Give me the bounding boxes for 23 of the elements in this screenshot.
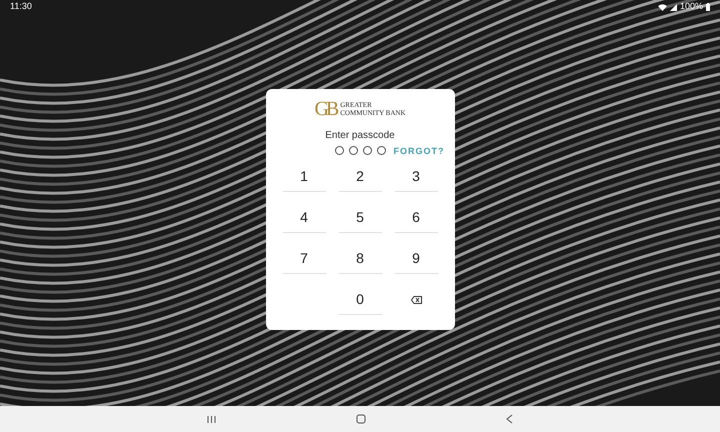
keypad-key[interactable]: 5 <box>338 202 382 233</box>
bank-logo-monogram: GB <box>314 99 336 119</box>
keypad-key[interactable]: 6 <box>394 202 438 233</box>
keypad-key[interactable]: 9 <box>394 243 438 274</box>
keypad-key[interactable]: 1 <box>282 161 326 192</box>
recent-apps-icon <box>207 414 216 424</box>
keypad-key[interactable]: 4 <box>282 202 326 233</box>
recent-apps-button[interactable] <box>207 414 216 424</box>
passcode-prompt: Enter passcode <box>325 129 395 143</box>
home-button[interactable] <box>356 414 366 424</box>
battery-icon <box>706 3 710 11</box>
keypad-key[interactable]: 8 <box>338 243 382 274</box>
signal-icon <box>670 4 677 10</box>
backspace-icon <box>410 296 422 304</box>
back-button[interactable] <box>506 414 513 424</box>
wifi-icon <box>658 4 667 10</box>
keypad-key[interactable]: 0 <box>338 284 382 315</box>
keypad-key[interactable]: 2 <box>338 161 382 192</box>
back-icon <box>506 414 513 424</box>
keypad-key[interactable]: 3 <box>394 161 438 192</box>
status-time: 11:30 <box>10 0 32 14</box>
keypad-key[interactable]: 7 <box>282 243 326 274</box>
home-icon <box>356 414 366 424</box>
